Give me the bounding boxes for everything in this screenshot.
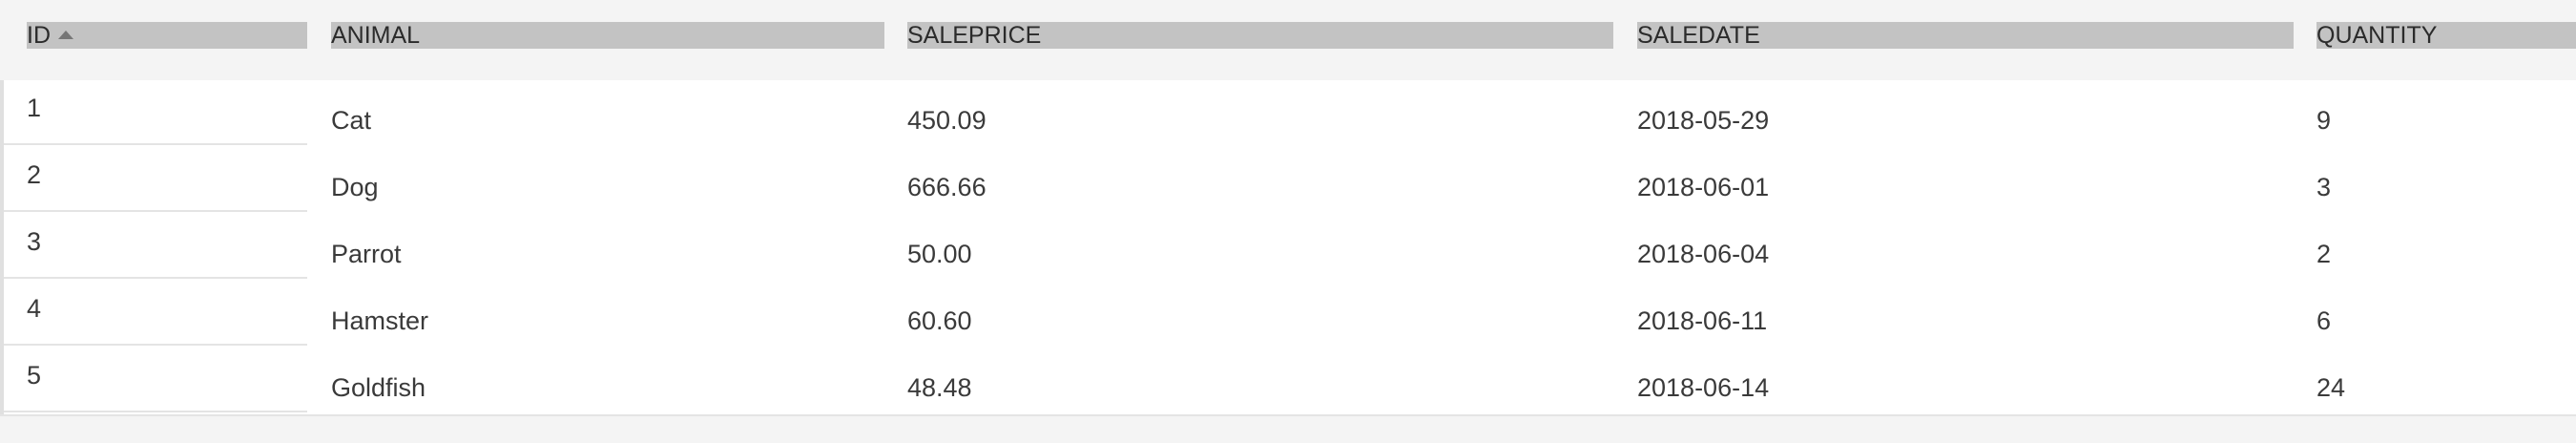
column-header-label: SALEPRICE [907, 22, 1042, 49]
id-cell [0, 281, 307, 346]
cell-id: 2 [27, 160, 42, 189]
cell-quantity: 6 [2316, 306, 2332, 335]
cell-animal: Goldfish [331, 373, 426, 402]
cell-quantity: 9 [2316, 106, 2332, 135]
column-header-label: SALEDATE [1637, 22, 1760, 49]
column-header-quantity[interactable]: QUANTITY [2316, 22, 2576, 49]
table-header: ID ANIMAL SALEPRICE SALEDATE QUANTITY [0, 0, 2576, 82]
cell-animal: Parrot [331, 240, 402, 268]
table-row[interactable]: 5 Goldfish 48.48 2018-06-14 24 [0, 348, 2576, 416]
cell-id: 3 [27, 227, 42, 256]
row-edge [0, 348, 4, 414]
data-grid-frame: ID ANIMAL SALEPRICE SALEDATE QUANTITY 1 … [0, 0, 2576, 443]
cell-saleprice: 666.66 [907, 173, 987, 201]
data-table: ID ANIMAL SALEPRICE SALEDATE QUANTITY 1 … [0, 0, 2576, 416]
column-header-id[interactable]: ID [27, 22, 307, 49]
cell-saleprice: 48.48 [907, 373, 972, 402]
column-header-label: ID [27, 22, 51, 49]
cell-id: 1 [27, 94, 42, 122]
id-cell [0, 214, 307, 279]
column-header-label: QUANTITY [2316, 22, 2438, 49]
cell-id: 5 [27, 361, 42, 390]
cell-id: 4 [27, 294, 42, 323]
cell-saledate: 2018-06-01 [1637, 173, 1770, 201]
table-row[interactable]: 1 Cat 450.09 2018-05-29 9 [0, 80, 2576, 149]
column-header-saledate[interactable]: SALEDATE [1637, 22, 2294, 49]
cell-saledate: 2018-06-11 [1637, 306, 1768, 335]
cell-saledate: 2018-06-14 [1637, 373, 1770, 402]
cell-animal: Cat [331, 106, 372, 135]
row-edge [0, 80, 4, 147]
id-cell [0, 147, 307, 212]
cell-quantity: 24 [2316, 373, 2346, 402]
cell-quantity: 3 [2316, 173, 2332, 201]
cell-animal: Dog [331, 173, 379, 201]
cell-saledate: 2018-05-29 [1637, 106, 1770, 135]
table-row[interactable]: 2 Dog 666.66 2018-06-01 3 [0, 147, 2576, 216]
cell-saledate: 2018-06-04 [1637, 240, 1770, 268]
column-header-label: ANIMAL [331, 22, 421, 49]
row-edge [0, 147, 4, 214]
cell-saleprice: 60.60 [907, 306, 972, 335]
cell-quantity: 2 [2316, 240, 2332, 268]
row-edge [0, 281, 4, 348]
column-header-saleprice[interactable]: SALEPRICE [907, 22, 1613, 49]
table-row[interactable]: 3 Parrot 50.00 2018-06-04 2 [0, 214, 2576, 283]
table-row[interactable]: 4 Hamster 60.60 2018-06-11 6 [0, 281, 2576, 349]
row-edge [0, 214, 4, 281]
cell-saleprice: 450.09 [907, 106, 987, 135]
cell-animal: Hamster [331, 306, 429, 335]
id-cell [0, 348, 307, 412]
sort-ascending-icon[interactable] [58, 30, 73, 39]
column-header-animal[interactable]: ANIMAL [331, 22, 884, 49]
id-cell [0, 80, 307, 145]
cell-saleprice: 50.00 [907, 240, 972, 268]
